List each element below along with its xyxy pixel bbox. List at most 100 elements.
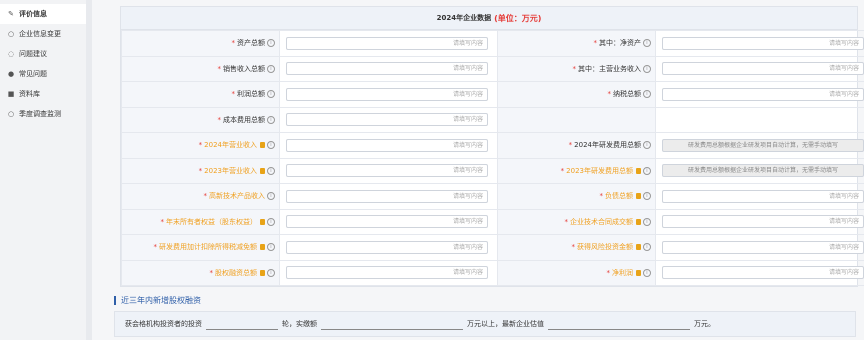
value-input[interactable]: 请填写内容 (662, 36, 864, 50)
book-icon[interactable] (260, 142, 265, 149)
value-input[interactable]: 请填写内容 (286, 62, 488, 76)
book-icon[interactable] (260, 269, 265, 276)
value-input[interactable]: 请填写内容 (286, 266, 488, 280)
sidebar-item-label: 资料库 (19, 90, 40, 98)
table-row: * 高新技术产品收入 i 请填写内容 * 负债总额 i 请填写内容 (121, 183, 864, 210)
required-mark: * (217, 64, 222, 73)
left-field-cell: 请填写内容 (279, 183, 498, 210)
right-field-cell: 请填写内容 (655, 55, 864, 82)
book-icon[interactable] (260, 244, 265, 251)
value-input[interactable]: 请填写内容 (662, 266, 864, 280)
left-field-label: * 销售收入总额 i (121, 55, 280, 82)
info-icon[interactable]: i (643, 268, 651, 277)
right-field-label: * 其中：主营业务收入 i (497, 55, 656, 82)
info-icon[interactable]: i (267, 115, 275, 124)
book-icon[interactable] (636, 193, 641, 200)
left-field-cell: 请填写内容 (279, 157, 498, 184)
value-input[interactable]: 请填写内容 (286, 189, 488, 203)
info-icon[interactable]: i (267, 64, 275, 73)
right-field-label: * 2024年研发费用总额 i (497, 132, 656, 159)
value-input[interactable]: 请填写内容 (286, 164, 488, 178)
book-icon[interactable] (636, 244, 641, 251)
left-field-cell: 请填写内容 (279, 259, 498, 286)
value-input[interactable]: 请填写内容 (662, 240, 864, 254)
sidebar-item-survey[interactable]: ○ 季度调查监测 (0, 104, 86, 124)
info-icon[interactable]: i (643, 217, 651, 226)
info-icon[interactable]: i (643, 64, 651, 73)
table-row: * 年末所有者权益（股东权益） i 请填写内容 * 企业技术合同成交额 i 请填写内容 (121, 208, 864, 235)
right-field-cell: 请填写内容 (655, 30, 864, 57)
left-field-label: * 研发费用加计扣除所得税减免额 i (121, 234, 280, 261)
book-icon[interactable] (636, 218, 641, 225)
book-icon[interactable] (260, 218, 265, 225)
right-field-cell: 请填写内容 (655, 208, 864, 235)
field-label-text: 2024年研发费用总额 (574, 141, 641, 150)
equity-text-2: 轮，实缴额 (282, 320, 317, 328)
sidebar: ✎ 评价信息 ○ 企业信息变更 ◌ 问题建议 ● 常见问题 ■ 资料库 ○ 季度… (0, 0, 87, 340)
valuation-input[interactable] (548, 319, 690, 330)
table-row: * 利润总额 i 请填写内容 * 纳税总额 i 请填写内容 (121, 81, 864, 108)
required-mark: * (198, 166, 203, 175)
equity-text-3: 万元以上，最新企业估值 (467, 320, 544, 328)
info-icon[interactable]: i (643, 243, 651, 252)
info-icon[interactable]: i (267, 166, 275, 175)
value-input[interactable]: 请填写内容 (662, 215, 864, 229)
card-title: 2024年企业数据 (436, 14, 492, 22)
field-label-text: 年末所有者权益（股东权益） (166, 217, 257, 226)
paid-in-amount-input[interactable] (321, 319, 463, 330)
required-mark: * (564, 217, 569, 226)
value-input[interactable]: 请填写内容 (286, 240, 488, 254)
value-input[interactable]: 请填写内容 (286, 87, 488, 101)
right-field-label: * 纳税总额 i (497, 81, 656, 108)
folder-icon: ■ (7, 90, 15, 98)
book-icon[interactable] (636, 269, 641, 276)
right-field-cell: 研发费用总额根据企业研发项目自动计算，无需手动填写 (655, 157, 864, 184)
value-input[interactable]: 请填写内容 (662, 189, 864, 203)
value-input[interactable]: 请填写内容 (286, 215, 488, 229)
field-label-text: 负债总额 (605, 192, 633, 201)
info-icon[interactable]: i (267, 192, 275, 201)
left-field-label: * 高新技术产品收入 i (121, 183, 280, 210)
info-icon[interactable]: i (643, 166, 651, 175)
info-icon[interactable]: i (267, 39, 275, 48)
left-field-cell: 请填写内容 (279, 30, 498, 57)
data-table: * 资产总额 i 请填写内容 * 其中：净资产 i 请填写内容 * 销售收入总额 i 请填写内容 * 其中… (121, 30, 864, 286)
sidebar-scrollbar[interactable] (86, 0, 92, 340)
unit-label: (单位：万元) (494, 13, 542, 23)
equity-section-title: 近三年内新增股权融资 (114, 295, 201, 306)
info-icon[interactable]: i (643, 192, 651, 201)
sidebar-item-info-change[interactable]: ○ 企业信息变更 (0, 24, 86, 44)
book-icon[interactable] (636, 167, 641, 174)
info-icon[interactable]: i (267, 268, 275, 277)
required-mark: * (607, 90, 612, 99)
info-icon[interactable]: i (643, 39, 651, 48)
enterprise-data-card: 2024年企业数据 (单位：万元) * 资产总额 i 请填写内容 * 其中：净资产 i 请填写… (120, 6, 864, 287)
right-field-label: * 净利润 i (497, 259, 656, 286)
info-icon[interactable]: i (267, 243, 275, 252)
section-marker (114, 296, 116, 305)
investment-rounds-input[interactable] (206, 319, 278, 330)
value-input[interactable]: 请填写内容 (286, 113, 488, 127)
info-icon[interactable]: i (267, 141, 275, 150)
field-label-text: 成本费用总额 (223, 115, 265, 124)
table-row: * 股权融资总额 i 请填写内容 * 净利润 i 请填写内容 (121, 259, 864, 286)
left-field-cell: 请填写内容 (279, 106, 498, 133)
value-input[interactable]: 请填写内容 (662, 62, 864, 76)
info-icon[interactable]: i (267, 217, 275, 226)
sidebar-item-evaluation[interactable]: ✎ 评价信息 (0, 4, 86, 24)
value-input[interactable]: 请填写内容 (286, 138, 488, 152)
value-input[interactable]: 请填写内容 (286, 36, 488, 50)
value-input[interactable]: 请填写内容 (662, 87, 864, 101)
chat-icon: ◌ (7, 50, 15, 58)
info-icon[interactable]: i (267, 90, 275, 99)
sidebar-item-label: 企业信息变更 (19, 30, 61, 38)
sidebar-item-faq[interactable]: ● 常见问题 (0, 64, 86, 84)
info-icon[interactable]: i (643, 141, 651, 150)
info-icon[interactable]: i (643, 90, 651, 99)
left-field-cell: 请填写内容 (279, 208, 498, 235)
book-icon[interactable] (260, 167, 265, 174)
sidebar-item-suggestions[interactable]: ◌ 问题建议 (0, 44, 86, 64)
table-row: * 成本费用总额 i 请填写内容 (121, 106, 864, 133)
left-field-label: * 利润总额 i (121, 81, 280, 108)
sidebar-item-library[interactable]: ■ 资料库 (0, 84, 86, 104)
